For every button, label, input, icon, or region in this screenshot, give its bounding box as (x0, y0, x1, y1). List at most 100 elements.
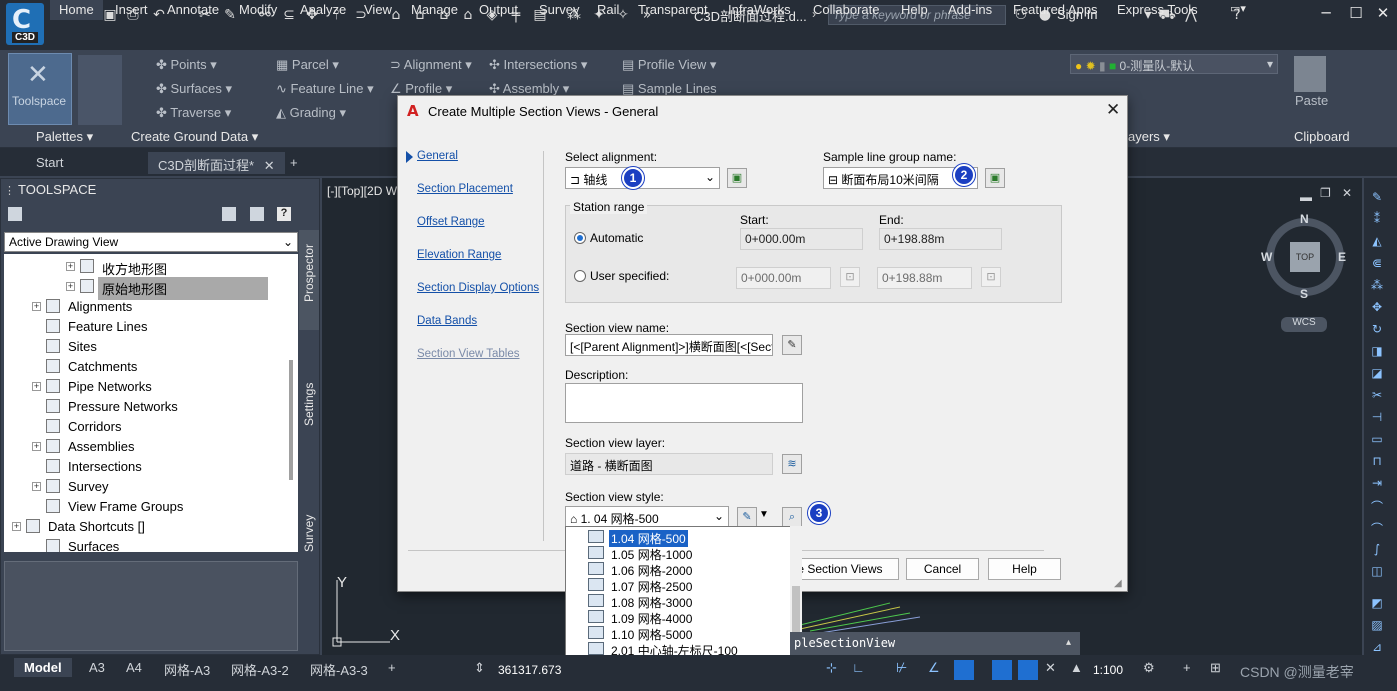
expand-icon[interactable]: + (32, 442, 41, 451)
move-icon[interactable]: ✥ (1369, 300, 1385, 314)
tree-item[interactable]: + Pipe Networks (4, 376, 298, 396)
nav-elevation-range[interactable]: Elevation Range (417, 249, 501, 261)
style-option[interactable]: 1.05 网格-1000 (566, 545, 791, 562)
tab-survey[interactable]: Survey (299, 470, 319, 570)
close-icon[interactable]: ✕ (1370, 4, 1396, 26)
layer-dropdown[interactable]: ● ✹ ▮ ■ 0-测量队-默认 ▾ (1070, 54, 1278, 74)
expand-icon[interactable]: + (66, 282, 75, 291)
trim-icon[interactable]: ✂ (1369, 388, 1385, 402)
status-toggle-icon[interactable] (954, 660, 974, 680)
style-menu-arrow-icon[interactable]: ▼ (759, 509, 769, 520)
menu-add-ins[interactable]: Add-ins (948, 2, 992, 17)
tool-icon[interactable]: ⊓ (1369, 454, 1385, 468)
preview-style-button[interactable]: ⌕ (782, 507, 802, 527)
layout-tab-a4[interactable]: A4 (126, 660, 142, 675)
nav-section-display-options[interactable]: Section Display Options (417, 282, 539, 294)
menu-manage[interactable]: Manage (411, 2, 458, 17)
tool-icon[interactable]: ⊿ (1369, 640, 1385, 654)
toolspace-settings-icon[interactable] (8, 207, 22, 221)
pick-sample-line-group-button[interactable]: ▣ (985, 168, 1005, 188)
menu-collaborate[interactable]: Collaborate (813, 2, 880, 17)
status-toggle-icon[interactable]: ✕ (1045, 660, 1056, 676)
layout-tab-grid-a3-3[interactable]: 网格-A3-3 (310, 660, 368, 679)
tool-icon[interactable]: ⋐ (1369, 256, 1385, 270)
tool-icon[interactable]: ▭ (1369, 432, 1385, 446)
resize-grip-icon[interactable]: ◢ (1114, 578, 1122, 589)
panel-create-ground-data[interactable]: Create Ground Data ▾ (131, 129, 258, 145)
tree-item[interactable]: + 原始地形图 (4, 276, 298, 300)
prospector-tree[interactable]: + 收方地形图 + 原始地形图 + Alignments Feature Lines Site… (4, 254, 298, 552)
tree-item[interactable]: + Alignments (4, 296, 298, 316)
expand-icon[interactable]: + (32, 382, 41, 391)
menu-home[interactable]: Home (50, 0, 103, 20)
annotation-icon[interactable]: ▲ (1070, 660, 1083, 675)
panel-palettes[interactable]: Palettes ▾ (36, 129, 93, 145)
tool-icon[interactable]: ∫ (1369, 542, 1385, 556)
layout-tab-grid-a3[interactable]: 网格-A3 (164, 660, 210, 679)
status-toggle-icon[interactable]: ⊬ (896, 660, 907, 676)
ribbon-profile-view[interactable]: ▤ Profile View ▾ (622, 57, 716, 73)
tool-icon[interactable]: ⊣ (1369, 410, 1385, 424)
style-option[interactable]: 1.09 网格-4000 (566, 609, 791, 626)
tree-item[interactable]: Intersections (4, 456, 298, 476)
status-toggle-icon[interactable]: ⊹ (826, 660, 837, 676)
tree-item[interactable]: Feature Lines (4, 316, 298, 336)
toolspace-button[interactable]: ✕ Toolspace (8, 53, 72, 125)
app-logo[interactable]: C C3D (6, 3, 44, 45)
style-option[interactable]: 1.06 网格-2000 (566, 561, 791, 578)
tab-prospector[interactable]: Prospector (299, 230, 319, 330)
tool-icon[interactable]: ◭ (1369, 234, 1385, 248)
section-view-style-select[interactable]: ⌂ 1. 04 网格-500 ⌄ (565, 506, 729, 528)
new-tab-icon[interactable]: + (280, 152, 308, 174)
gear-icon[interactable]: ⚙ (1143, 660, 1155, 676)
pick-alignment-button[interactable]: ▣ (727, 168, 747, 188)
tool-icon[interactable]: ⊆ (280, 6, 298, 24)
tool-icon[interactable]: ◩ (1369, 596, 1385, 610)
edit-name-template-button[interactable]: ✎ (782, 335, 802, 355)
tree-item[interactable]: Surfaces (4, 536, 298, 552)
automatic-radio[interactable] (574, 232, 586, 244)
compass-west[interactable]: W (1261, 250, 1272, 264)
edit-style-button[interactable]: ✎ (737, 507, 757, 527)
viewport-restore-icon[interactable]: ❐ (1320, 186, 1331, 200)
tool-icon[interactable]: ◫ (1369, 564, 1385, 578)
menu-view[interactable]: View (364, 2, 392, 17)
style-option[interactable]: 1.07 网格-2500 (566, 577, 791, 594)
annotation-scale[interactable]: 1:100 (1093, 663, 1123, 677)
wcs-menu[interactable]: WCS (1281, 317, 1327, 332)
nav-general[interactable]: General (417, 150, 458, 162)
layout-tab-model[interactable]: Model (14, 658, 72, 677)
menu-transparent[interactable]: Transparent (638, 2, 708, 17)
tool-icon[interactable]: ⌂ (459, 6, 477, 24)
viewport-close-icon[interactable]: ✕ (1342, 186, 1352, 200)
user-specified-radio[interactable] (574, 270, 586, 282)
nav-data-bands[interactable]: Data Bands (417, 315, 477, 327)
command-line[interactable]: pleSectionView (790, 632, 1080, 656)
paste-icon[interactable] (1294, 56, 1326, 92)
ribbon-toggle-icon[interactable]: ▭▾ (1230, 2, 1246, 15)
menu-annotate[interactable]: Annotate (167, 2, 219, 17)
ribbon-alignment[interactable]: ⊃ Alignment ▾ (390, 57, 472, 73)
cancel-button[interactable]: Cancel (906, 558, 979, 580)
panel-menu-icon[interactable]: ⋮ (4, 184, 15, 197)
status-toggle-icon[interactable] (1018, 660, 1038, 680)
nav-offset-range[interactable]: Offset Range (417, 216, 485, 228)
tree-item[interactable]: View Frame Groups (4, 496, 298, 516)
ribbon-parcel[interactable]: ▦ Parcel ▾ (276, 57, 339, 73)
status-toggle-icon[interactable]: ∟ (852, 660, 865, 675)
menu-rail[interactable]: Rail (597, 2, 619, 17)
style-option[interactable]: 1.10 网格-5000 (566, 625, 791, 642)
tool-icon[interactable]: ⌒ (1369, 520, 1385, 536)
command-expand-icon[interactable]: ▴ (1066, 637, 1071, 648)
menu-output[interactable]: Output (479, 2, 518, 17)
menu-survey[interactable]: Survey (539, 2, 579, 17)
toolspace-view-icon[interactable] (250, 207, 264, 221)
panel-clipboard[interactable]: Clipboard (1294, 129, 1350, 144)
ribbon-points[interactable]: ✤ Points ▾ (156, 57, 217, 73)
tree-item[interactable]: Catchments (4, 356, 298, 376)
layout-tab-a3[interactable]: A3 (89, 660, 105, 675)
rotate-icon[interactable]: ↻ (1369, 322, 1385, 336)
status-toggle-icon[interactable] (992, 660, 1012, 680)
tree-item[interactable]: Corridors (4, 416, 298, 436)
add-layout-icon[interactable]: + (388, 660, 396, 675)
